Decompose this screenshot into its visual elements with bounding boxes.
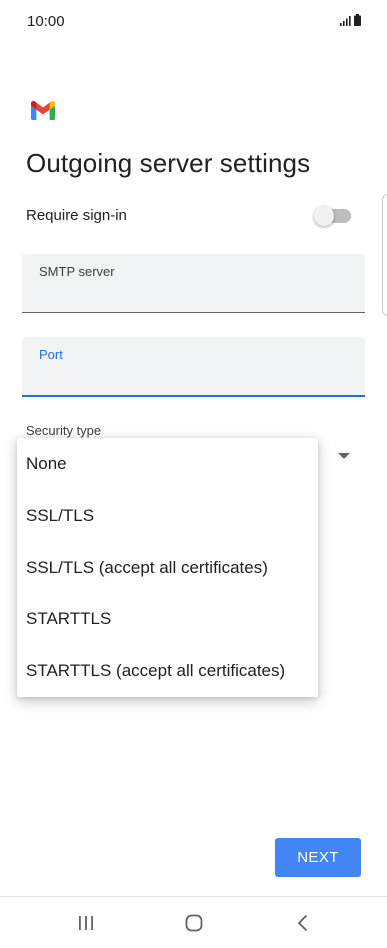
menu-item-starttls[interactable]: STARTTLS: [17, 593, 318, 645]
menu-item-starttls-accept-all[interactable]: STARTTLS (accept all certificates): [17, 645, 318, 697]
page-title: Outgoing server settings: [26, 148, 311, 178]
menu-item-ssl-tls[interactable]: SSL/TLS: [17, 490, 318, 542]
status-icons: [340, 14, 361, 26]
scroll-indicator[interactable]: [382, 194, 387, 316]
menu-item-none[interactable]: None: [17, 438, 318, 490]
port-field[interactable]: Port: [22, 337, 365, 397]
menu-item-ssl-tls-accept-all[interactable]: SSL/TLS (accept all certificates): [17, 542, 318, 594]
require-signin-row: Require sign-in: [26, 205, 351, 229]
status-time: 10:00: [27, 13, 65, 30]
recent-apps-button[interactable]: [56, 897, 116, 948]
smtp-server-field[interactable]: SMTP server: [22, 254, 365, 313]
security-type-menu: None SSL/TLS SSL/TLS (accept all certifi…: [17, 438, 318, 697]
dropdown-arrow-icon[interactable]: [338, 453, 350, 459]
back-icon: [298, 914, 307, 931]
next-button[interactable]: NEXT: [275, 838, 361, 877]
signal-icon: [340, 16, 351, 26]
home-button[interactable]: [164, 897, 224, 948]
require-signin-toggle[interactable]: [314, 206, 351, 226]
smtp-server-label: SMTP server: [39, 264, 115, 279]
back-button[interactable]: [272, 897, 332, 948]
home-icon: [185, 914, 203, 931]
port-label: Port: [39, 347, 63, 362]
navigation-bar: [0, 897, 387, 948]
gmail-logo-icon: [31, 101, 55, 120]
security-type-label: Security type: [26, 423, 102, 438]
toggle-knob: [314, 206, 334, 226]
recent-apps-icon: [79, 915, 93, 930]
status-bar: 10:00: [0, 0, 387, 42]
battery-icon: [354, 14, 361, 26]
require-signin-label: Require sign-in: [26, 207, 127, 224]
